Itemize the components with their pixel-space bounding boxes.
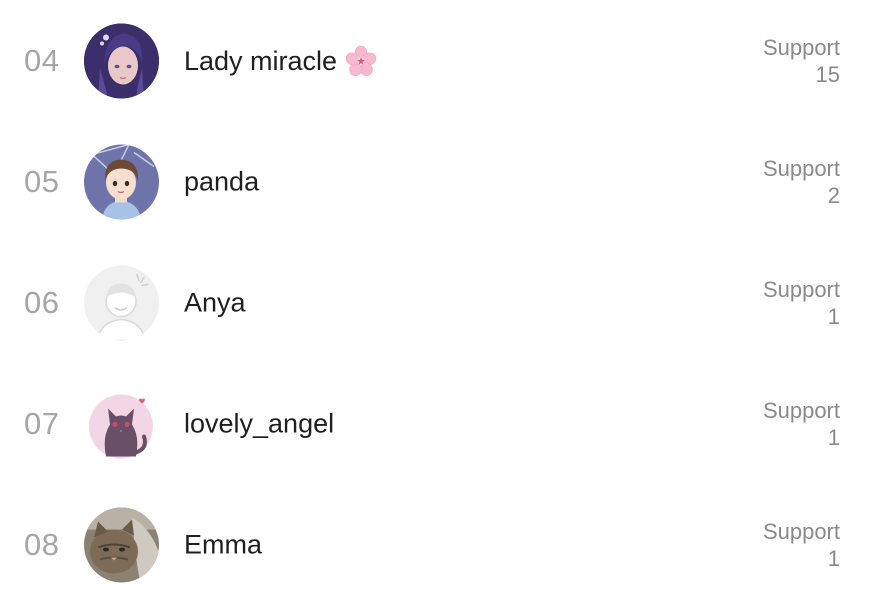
support-value: 15	[815, 62, 840, 87]
username-text: Lady miracle	[184, 45, 338, 76]
support-count: Support 1	[763, 518, 840, 572]
username[interactable]: lovely_angel	[184, 409, 334, 440]
username-text: Anya	[184, 287, 246, 318]
username-text: panda	[184, 166, 260, 197]
support-label: Support	[762, 519, 840, 544]
support-label: Support	[762, 398, 840, 423]
rank-number: 06	[24, 285, 60, 320]
list-item[interactable]: 07 lovely_angel Support 1	[0, 374, 877, 474]
cat-photo-avatar[interactable]	[84, 507, 159, 583]
username[interactable]: panda	[184, 167, 259, 198]
list-item[interactable]: 08 Emma Support 1	[0, 495, 877, 595]
username-text: Emma	[184, 529, 263, 560]
support-value: 2	[827, 183, 840, 208]
support-label: Support	[762, 277, 840, 302]
default-user-avatar[interactable]	[84, 265, 159, 341]
support-value: 1	[827, 304, 840, 329]
list-item[interactable]: 04 Lady miracle Support 15	[0, 11, 877, 111]
support-label: Support	[762, 35, 840, 60]
list-item[interactable]: 05 panda Support 2	[0, 132, 877, 232]
support-label: Support	[762, 156, 840, 181]
cherry-blossom-icon	[345, 45, 377, 77]
cartoon-boy-avatar[interactable]	[84, 144, 159, 220]
cat-avatar[interactable]	[84, 386, 159, 462]
support-count: Support 15	[763, 34, 840, 88]
support-count: Support 1	[763, 276, 840, 330]
username[interactable]: Lady miracle	[184, 45, 377, 77]
username[interactable]: Emma	[184, 530, 262, 561]
username-text: lovely_angel	[184, 408, 335, 439]
rank-number: 04	[24, 43, 60, 78]
rank-number: 05	[24, 164, 60, 199]
username[interactable]: Anya	[184, 288, 246, 319]
support-value: 1	[827, 425, 840, 450]
anime-girl-avatar[interactable]	[84, 23, 159, 99]
supporter-list: 04 Lady miracle Support 15 05 panda Supp…	[0, 0, 877, 600]
support-value: 1	[827, 546, 840, 571]
list-item[interactable]: 06 Anya Support 1	[0, 253, 877, 353]
support-count: Support 2	[763, 155, 840, 209]
rank-number: 07	[24, 406, 60, 441]
support-count: Support 1	[763, 397, 840, 451]
rank-number: 08	[24, 527, 60, 562]
